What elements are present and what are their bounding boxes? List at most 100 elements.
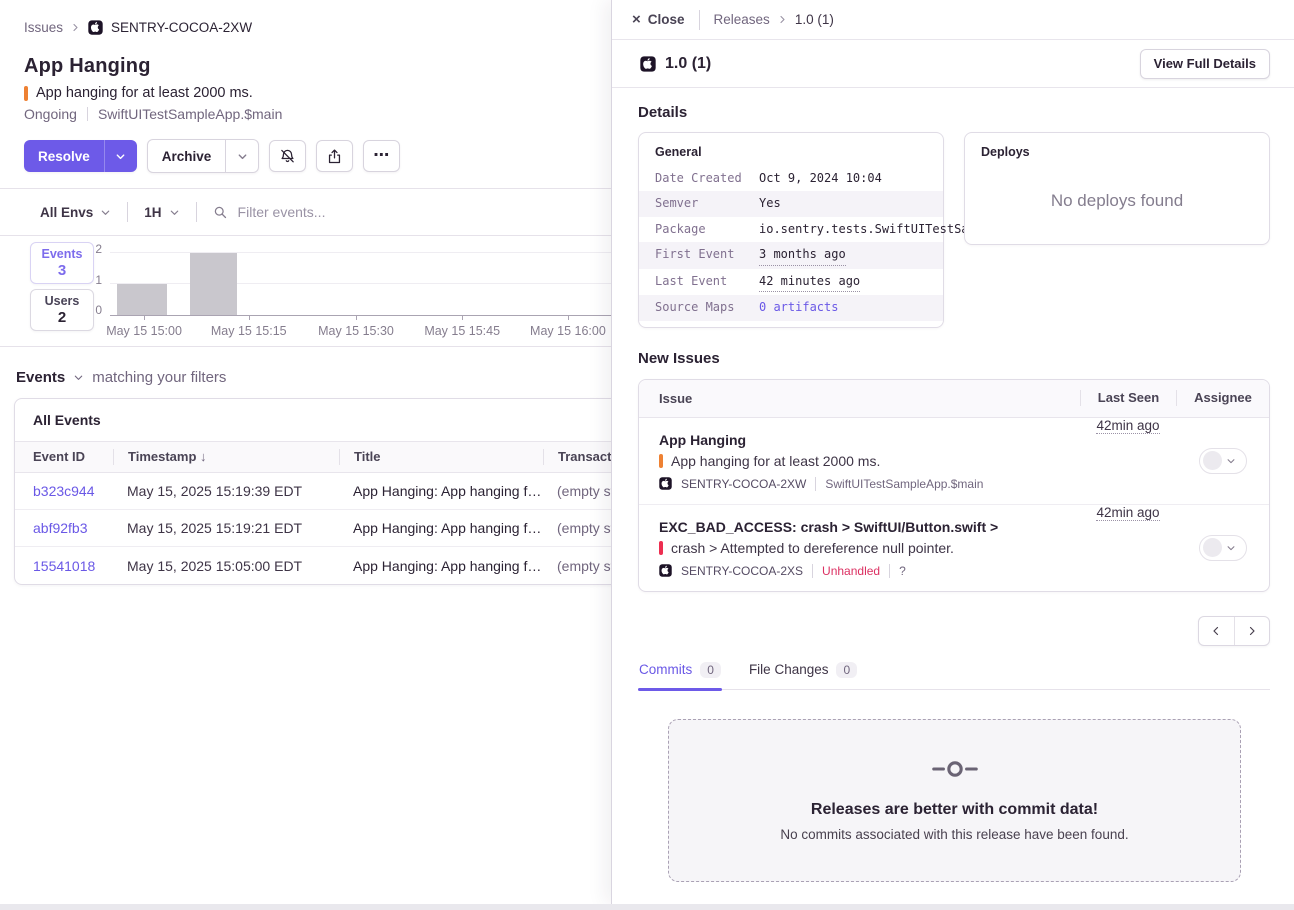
divider xyxy=(889,564,890,578)
commits-empty-state: Releases are better with commit data! No… xyxy=(668,719,1241,882)
chevron-down-icon xyxy=(100,207,111,218)
breadcrumb: Issues SENTRY-COCOA-2XW xyxy=(0,0,611,35)
share-button[interactable] xyxy=(316,140,353,172)
x-axis-tick xyxy=(356,316,357,320)
drawer-tabs: Commits 0 File Changes 0 xyxy=(638,656,1270,690)
resolve-dropdown-button[interactable] xyxy=(104,140,137,172)
event-id-link[interactable]: abf92fb3 xyxy=(15,520,113,536)
assignee-dropdown[interactable] xyxy=(1199,448,1247,474)
general-card-title: General xyxy=(639,133,943,166)
issue-project-id: SENTRY-COCOA-2XW xyxy=(681,477,806,491)
x-axis-tick xyxy=(144,316,145,320)
details-heading: Details xyxy=(638,104,1270,121)
unsubscribe-button[interactable] xyxy=(269,140,306,172)
chevron-down-icon xyxy=(1226,543,1236,553)
column-header-event-id[interactable]: Event ID xyxy=(15,449,113,465)
chevron-down-icon[interactable] xyxy=(73,372,84,383)
event-title: App Hanging: App hanging for at least 20… xyxy=(339,558,543,574)
archive-button[interactable]: Archive xyxy=(148,140,226,172)
share-icon xyxy=(326,148,343,165)
chevron-left-icon xyxy=(1210,625,1222,637)
commits-count-badge: 0 xyxy=(700,662,721,678)
divider xyxy=(87,107,88,121)
x-axis-label: May 15 15:15 xyxy=(211,324,287,338)
divider xyxy=(812,564,813,578)
deploys-card: Deploys No deploys found xyxy=(964,132,1270,245)
column-header-title[interactable]: Title xyxy=(339,449,543,465)
kv-row-date-created: Date Created Oct 9, 2024 10:04 xyxy=(639,166,943,191)
tab-commits[interactable]: Commits 0 xyxy=(638,656,722,689)
table-row: 15541018 May 15, 2025 15:05:00 EDT App H… xyxy=(15,547,611,584)
level-indicator xyxy=(659,454,663,468)
breadcrumb-project-id[interactable]: SENTRY-COCOA-2XW xyxy=(111,20,252,35)
action-bar: Resolve Archive ⋯ xyxy=(0,122,611,173)
release-title: 1.0 (1) xyxy=(665,55,711,73)
environment-dropdown[interactable]: All Envs xyxy=(40,205,111,220)
issue-link[interactable]: App Hanging xyxy=(659,432,1080,448)
chevron-down-icon xyxy=(1226,456,1236,466)
search-icon xyxy=(213,205,228,220)
issue-project-id: SENTRY-COCOA-2XS xyxy=(681,564,803,578)
issue-meta: Ongoing SwiftUITestSampleApp.$main xyxy=(0,101,611,122)
more-options-button[interactable]: ⋯ xyxy=(363,140,400,172)
events-heading-dropdown[interactable]: Events xyxy=(16,369,65,386)
unhandled-tag: Unhandled xyxy=(822,564,880,578)
apple-platform-icon xyxy=(659,477,672,490)
next-page-button[interactable] xyxy=(1235,617,1270,645)
empty-state-title: Releases are better with commit data! xyxy=(811,801,1098,819)
chevron-right-icon xyxy=(1246,625,1258,637)
table-row: b323c944 May 15, 2025 15:19:39 EDT App H… xyxy=(15,473,611,510)
time-period-dropdown[interactable]: 1H xyxy=(144,205,179,220)
y-axis-tick: 0 xyxy=(84,303,102,317)
divider xyxy=(699,10,700,30)
previous-page-button[interactable] xyxy=(1199,617,1235,645)
event-search xyxy=(213,204,611,220)
general-card: General Date Created Oct 9, 2024 10:04 S… xyxy=(638,132,944,328)
avatar xyxy=(1203,538,1222,557)
kv-row-semver: Semver Yes xyxy=(639,191,943,216)
close-drawer-button[interactable]: × Close xyxy=(632,12,685,27)
search-input[interactable] xyxy=(238,204,538,220)
archive-dropdown-button[interactable] xyxy=(225,140,258,172)
page-bottom-edge xyxy=(0,904,1294,910)
table-title: All Events xyxy=(15,399,611,442)
apple-platform-icon xyxy=(659,564,672,577)
x-axis-tick xyxy=(462,316,463,320)
divider xyxy=(196,202,197,222)
filter-bar: All Envs 1H xyxy=(0,189,611,235)
issue-row[interactable]: App Hanging App hanging for at least 200… xyxy=(639,418,1269,505)
x-axis-label: May 15 16:00 xyxy=(530,324,606,338)
breadcrumb-issues-link[interactable]: Issues xyxy=(24,20,63,35)
column-header-timestamp[interactable]: Timestamp ↓ xyxy=(113,449,339,465)
column-header-last-seen: Last Seen xyxy=(1080,390,1176,406)
ellipsis-icon: ⋯ xyxy=(373,151,390,161)
source-maps-link[interactable]: 0 artifacts xyxy=(759,298,927,317)
level-indicator xyxy=(24,86,28,101)
y-axis-tick: 2 xyxy=(84,242,102,256)
level-indicator xyxy=(659,541,663,555)
view-full-details-button[interactable]: View Full Details xyxy=(1140,49,1270,79)
apple-platform-icon xyxy=(88,20,103,35)
gridline xyxy=(110,283,611,284)
column-header-transaction[interactable]: Transaction xyxy=(543,449,611,465)
drawer-breadcrumb: Releases 1.0 (1) xyxy=(714,12,834,27)
issue-link[interactable]: EXC_BAD_ACCESS: crash > SwiftUI/Button.s… xyxy=(659,519,1080,535)
issue-culprit: SwiftUITestSampleApp.$main xyxy=(825,477,983,491)
divider xyxy=(815,477,816,491)
event-id-link[interactable]: b323c944 xyxy=(15,483,113,499)
chevron-right-icon xyxy=(71,23,80,32)
column-header-assignee: Assignee xyxy=(1176,390,1269,406)
new-issues-heading: New Issues xyxy=(638,350,1270,367)
table-header-row: Event ID Timestamp ↓ Title Transaction xyxy=(15,442,611,473)
status-badge: Ongoing xyxy=(24,106,77,122)
assignee-dropdown[interactable] xyxy=(1199,535,1247,561)
kv-row-package: Package io.sentry.tests.SwiftUITestSampl… xyxy=(639,217,943,242)
breadcrumb-releases-link[interactable]: Releases xyxy=(714,12,770,27)
event-id-link[interactable]: 15541018 xyxy=(15,558,113,574)
issues-pagination xyxy=(638,616,1270,646)
tab-file-changes[interactable]: File Changes 0 xyxy=(748,656,858,689)
x-axis-label: May 15 15:00 xyxy=(106,324,182,338)
issue-row[interactable]: EXC_BAD_ACCESS: crash > SwiftUI/Button.s… xyxy=(639,505,1269,591)
resolve-button[interactable]: Resolve xyxy=(24,140,104,172)
events-heading-suffix: matching your filters xyxy=(92,369,226,386)
